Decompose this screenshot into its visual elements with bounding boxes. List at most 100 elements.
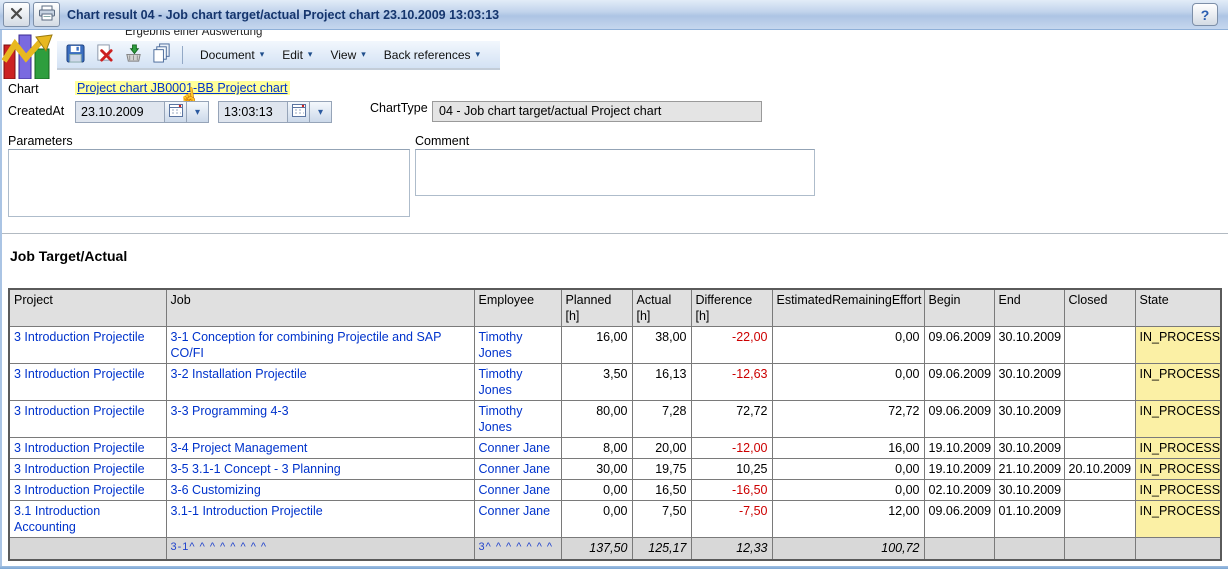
close-button[interactable] [3, 2, 30, 27]
closed-cell [1064, 438, 1135, 459]
actual-cell: 19,75 [632, 459, 691, 480]
difference-cell: -12,00 [691, 438, 772, 459]
help-button[interactable]: ? [1192, 3, 1218, 26]
job-link[interactable]: 3-6 Customizing [166, 480, 474, 501]
parameters-textarea[interactable] [8, 149, 410, 217]
job-link[interactable]: 3-5 3.1-1 Concept - 3 Planning [166, 459, 474, 480]
employee-link[interactable]: Conner Jane [474, 438, 561, 459]
totals-project-cell [9, 538, 166, 560]
calendar-icon [292, 104, 306, 120]
column-header-planned: Planned [h] [561, 289, 632, 327]
job-link[interactable]: 3.1-1 Introduction Projectile [166, 501, 474, 538]
close-icon [9, 6, 24, 24]
state-cell: IN_PROCESS [1135, 401, 1221, 438]
closed-cell [1064, 501, 1135, 538]
job-link[interactable]: 3-3 Programming 4-3 [166, 401, 474, 438]
table-row: 3 Introduction Projectile3-4 Project Man… [9, 438, 1221, 459]
project-link[interactable]: 3 Introduction Projectile [9, 401, 166, 438]
created-time-group: 13:03:13 ▾ [218, 101, 332, 123]
calendar-icon [169, 104, 183, 120]
date-dropdown-button[interactable]: ▾ [187, 101, 209, 123]
delete-button[interactable] [92, 44, 116, 66]
job-link[interactable]: 3-2 Installation Projectile [166, 364, 474, 401]
ere-cell: 16,00 [772, 438, 924, 459]
planned-cell: 0,00 [561, 501, 632, 538]
calendar-button[interactable] [288, 101, 310, 123]
created-date-group: 23.10.2009 ▾ [75, 101, 209, 123]
planned-cell: 80,00 [561, 401, 632, 438]
copy-button[interactable] [150, 44, 174, 66]
project-link[interactable]: 3 Introduction Projectile [9, 438, 166, 459]
employee-link[interactable]: Conner Jane [474, 501, 561, 538]
job-link[interactable]: 3-1 Conception for combining Projectile … [166, 327, 474, 364]
column-header-end: End [994, 289, 1064, 327]
totals-closed-cell [1064, 538, 1135, 560]
actual-cell: 20,00 [632, 438, 691, 459]
end-cell: 30.10.2009 [994, 364, 1064, 401]
begin-cell: 09.06.2009 [924, 401, 994, 438]
job-link[interactable]: 3-4 Project Management [166, 438, 474, 459]
ere-cell: 0,00 [772, 364, 924, 401]
employee-link[interactable]: Timothy Jones [474, 401, 561, 438]
window-title: Chart result 04 - Job chart target/actua… [67, 8, 499, 22]
ere-cell: 0,00 [772, 459, 924, 480]
column-header-closed: Closed [1064, 289, 1135, 327]
project-link[interactable]: 3 Introduction Projectile [9, 327, 166, 364]
closed-cell [1064, 364, 1135, 401]
difference-cell: 72,72 [691, 401, 772, 438]
time-dropdown-button[interactable]: ▾ [310, 101, 332, 123]
end-cell: 21.10.2009 [994, 459, 1064, 480]
job-target-actual-table: Project Job Employee Planned [h] Actual … [8, 288, 1222, 561]
difference-cell: 10,25 [691, 459, 772, 480]
save-icon [66, 44, 85, 66]
created-date-input[interactable]: 23.10.2009 [75, 101, 165, 123]
table-row: 3 Introduction Projectile3-1 Conception … [9, 327, 1221, 364]
table-body: 3 Introduction Projectile3-1 Conception … [9, 327, 1221, 538]
totals-actual-cell: 125,17 [632, 538, 691, 560]
project-link[interactable]: 3 Introduction Projectile [9, 480, 166, 501]
menu-back-references-label: Back references [384, 48, 471, 62]
end-cell: 01.10.2009 [994, 501, 1064, 538]
end-cell: 30.10.2009 [994, 480, 1064, 501]
section-divider [2, 233, 1228, 234]
chevron-down-icon: ▾ [195, 107, 200, 118]
menu-back-references[interactable]: Back references ▾ [375, 45, 489, 65]
print-button[interactable] [33, 2, 60, 27]
column-header-actual: Actual [h] [632, 289, 691, 327]
ere-cell: 72,72 [772, 401, 924, 438]
chevron-down-icon: ▾ [476, 49, 481, 60]
employee-link[interactable]: Conner Jane [474, 480, 561, 501]
employee-link[interactable]: Timothy Jones [474, 327, 561, 364]
planned-cell: 8,00 [561, 438, 632, 459]
basket-import-button[interactable] [121, 44, 145, 66]
question-icon: ? [1201, 7, 1210, 23]
totals-job-links[interactable]: 3-1^ ^ ^ ^ ^ ^ ^ ^ [166, 538, 474, 560]
menu-edit[interactable]: Edit ▾ [273, 45, 321, 65]
project-link[interactable]: 3 Introduction Projectile [9, 459, 166, 480]
comment-textarea[interactable] [415, 149, 815, 196]
project-link[interactable]: 3 Introduction Projectile [9, 364, 166, 401]
calendar-button[interactable] [165, 101, 187, 123]
column-header-difference: Difference [h] [691, 289, 772, 327]
table-header-row: Project Job Employee Planned [h] Actual … [9, 289, 1221, 327]
toolbar: Document ▾ Edit ▾ View ▾ Back references… [57, 41, 500, 70]
state-cell: IN_PROCESS [1135, 501, 1221, 538]
employee-link[interactable]: Timothy Jones [474, 364, 561, 401]
column-header-estimated-remaining-effort: EstimatedRemainingEffort [772, 289, 924, 327]
app-subtitle: Ergebnis einer Auswertung [125, 30, 262, 38]
closed-cell [1064, 401, 1135, 438]
closed-cell: 20.10.2009 [1064, 459, 1135, 480]
project-link[interactable]: 3.1 Introduction Accounting [9, 501, 166, 538]
createdat-label: CreatedAt [8, 104, 64, 118]
created-time-input[interactable]: 13:03:13 [218, 101, 288, 123]
ere-cell: 0,00 [772, 480, 924, 501]
menu-document[interactable]: Document ▾ [191, 45, 273, 65]
menu-view[interactable]: View ▾ [321, 45, 374, 65]
menu-edit-label: Edit [282, 48, 303, 62]
delete-icon [95, 44, 114, 66]
employee-link[interactable]: Conner Jane [474, 459, 561, 480]
totals-employee-links[interactable]: 3^ ^ ^ ^ ^ ^ ^ [474, 538, 561, 560]
save-button[interactable] [63, 44, 87, 66]
app-logo-chart-icon [2, 31, 57, 79]
chevron-down-icon: ▾ [361, 49, 366, 60]
